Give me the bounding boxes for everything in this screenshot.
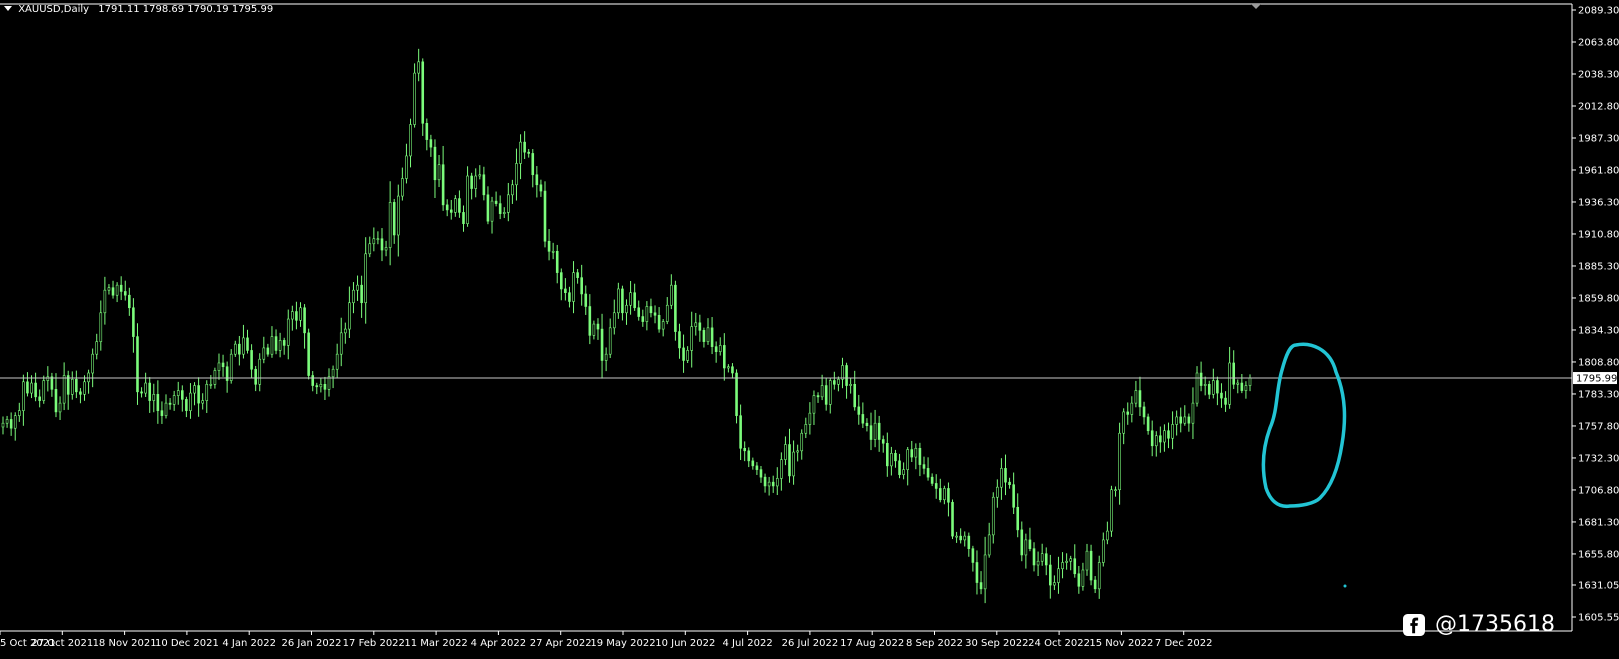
y-tick-label: 1605.55 [1578,613,1619,624]
y-tick-label: 2038.30 [1578,69,1619,80]
current-price-label: 1795.99 [1573,372,1617,385]
x-tick-label: 18 Nov 2021 [93,638,157,649]
candle [307,328,310,380]
stray-dot [1343,584,1347,588]
candle [735,369,738,424]
candle [674,280,677,341]
y-tick-label: 1808.80 [1578,357,1619,368]
candle [543,181,547,248]
x-tick-label: 19 May 2022 [590,638,655,649]
facebook-icon [1403,613,1426,636]
x-tick-label: 27 Apr 2022 [530,638,592,649]
symbol-label: XAUUSD,Daily [18,4,90,15]
x-tick-label: 26 Jan 2022 [282,638,342,649]
y-tick-label: 1757.80 [1578,421,1619,432]
y-tick-label: 1885.30 [1578,261,1619,272]
y-tick-label: 1910.80 [1578,229,1619,240]
x-tick-label: 7 Dec 2022 [1155,638,1213,649]
x-tick-label: 17 Aug 2022 [840,638,904,649]
x-tick-label: 24 Oct 2022 [1028,638,1090,649]
y-tick-label: 1732.30 [1578,453,1619,464]
y-tick-label: 1631.05 [1578,581,1619,592]
x-tick-label: 4 Jan 2022 [222,638,276,649]
x-tick-label: 10 Dec 2021 [155,638,219,649]
chart-header: XAUUSD,Daily 1791.11 1798.69 1790.19 179… [4,4,273,15]
watermark: @1735618 [1403,612,1555,637]
x-tick-label: 17 Feb 2022 [343,638,405,649]
price-chart: 2089.30 2063.80 2038.30 2012.80 1987.30 1961.… [0,0,1619,659]
y-tick-label: 1706.80 [1578,485,1619,496]
x-tick-label: 10 Jun 2022 [655,638,715,649]
candle [413,63,416,128]
x-tick-label: 26 Jul 2022 [782,638,839,649]
y-tick-label: 2063.80 [1578,37,1619,48]
x-tick-label: 30 Sep 2022 [965,638,1028,649]
y-tick-label: 2012.80 [1578,101,1619,112]
y-tick-label: 1834.30 [1578,325,1619,336]
x-tick-label: 11 Mar 2022 [404,638,467,649]
candle [951,499,954,540]
y-tick-label: 1681.30 [1578,517,1619,528]
watermark-text: @1735618 [1435,612,1555,637]
y-tick-label: 1783.30 [1578,389,1619,400]
x-tick-label: 8 Sep 2022 [906,638,963,649]
x-tick-label: 4 Jul 2022 [722,638,772,649]
y-tick-label: 1936.30 [1578,197,1619,208]
y-tick-label: 1961.80 [1578,165,1619,176]
y-tick-label: 1655.80 [1578,549,1619,560]
y-tick-label: 2089.30 [1578,6,1619,17]
candle [1110,485,1113,537]
y-tick-label: 1859.80 [1578,293,1619,304]
ohlc-values: 1791.11 1798.69 1790.19 1795.99 [98,4,274,15]
dropdown-triangle-icon[interactable] [4,6,12,11]
x-tick-label: 4 Apr 2022 [471,638,526,649]
x-tick-label: 15 Nov 2022 [1089,638,1153,649]
y-tick-label: 1987.30 [1578,133,1619,144]
x-tick-label: 27 Oct 2021 [31,638,93,649]
price-label-text: 1795.99 [1576,374,1617,385]
